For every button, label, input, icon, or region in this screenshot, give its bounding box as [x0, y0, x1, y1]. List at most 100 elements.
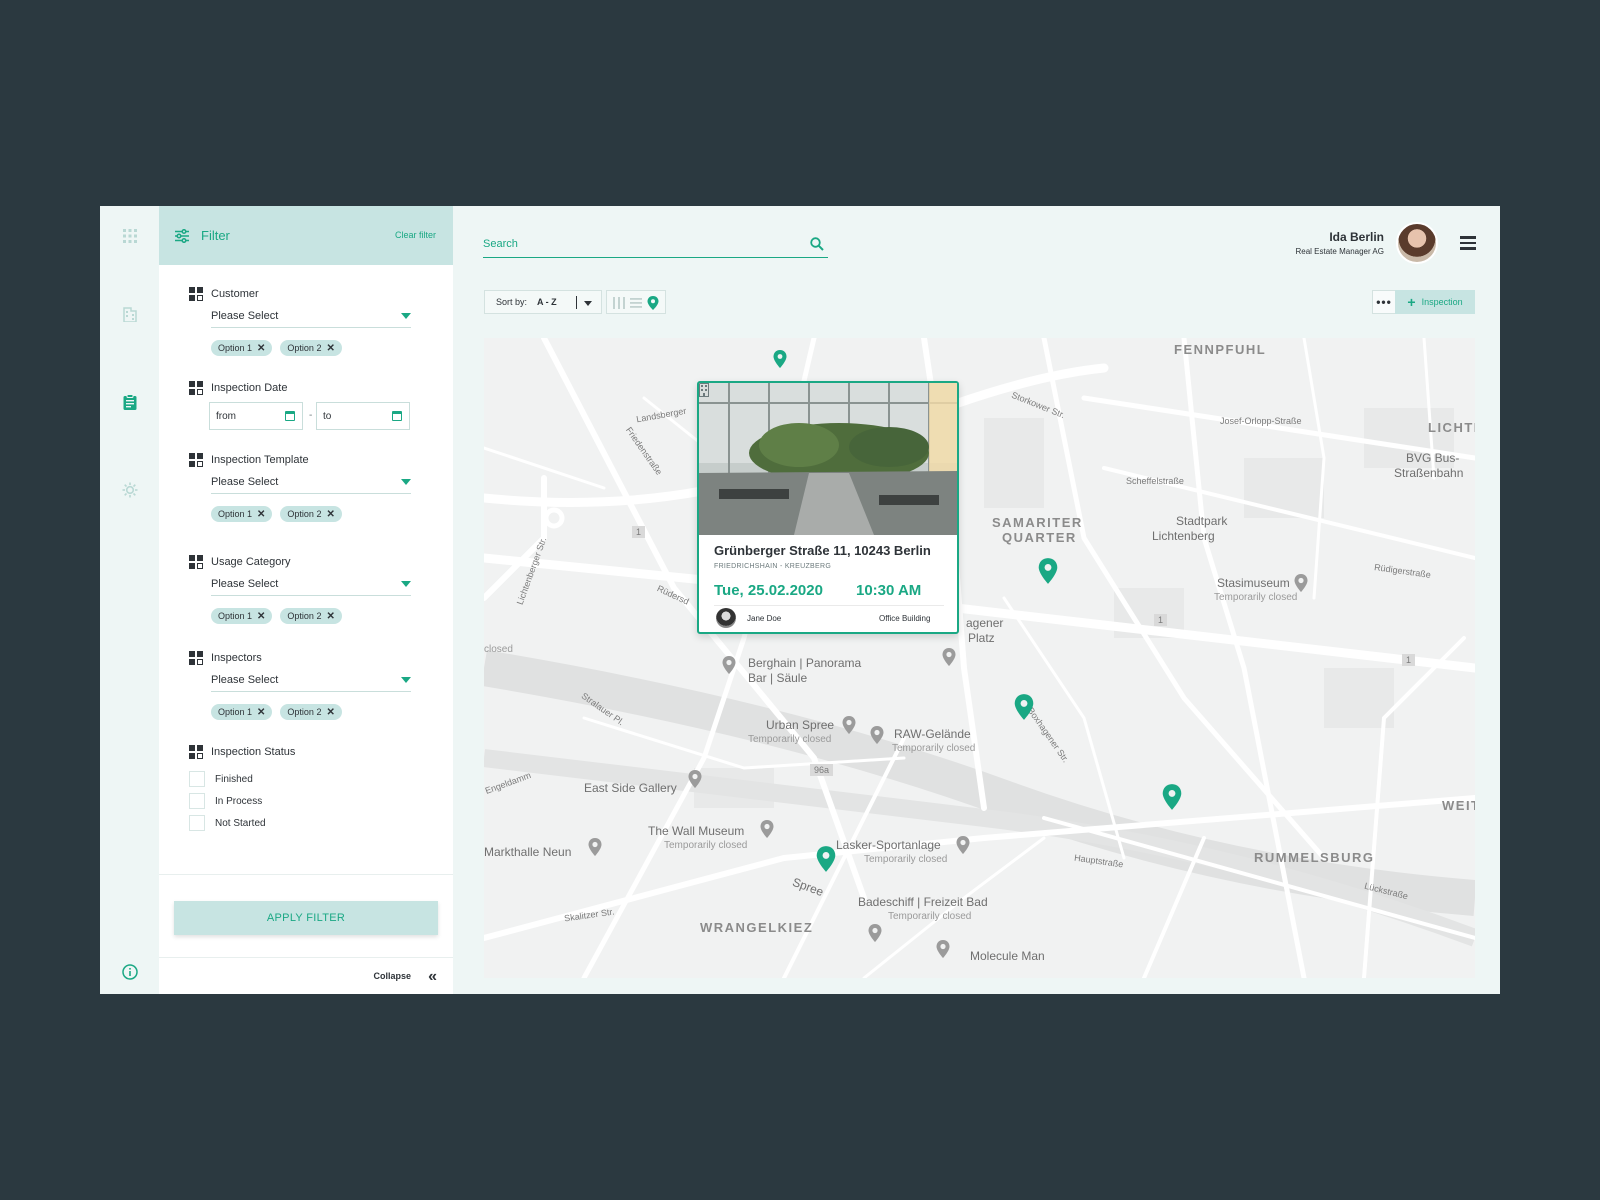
poi-pin-icon[interactable] [1294, 574, 1308, 592]
collapse-label[interactable]: Collapse [373, 971, 411, 981]
add-widget-icon [189, 745, 203, 759]
status-label: Inspection Status [211, 746, 296, 758]
inspection-card[interactable]: Grünberger Straße 11, 10243 Berlin FRIED… [697, 381, 959, 634]
add-inspection-label: Inspection [1421, 297, 1463, 307]
date-to-placeholder: to [323, 411, 332, 422]
customer-select[interactable]: Please Select [211, 308, 411, 328]
date-from-input[interactable]: from [209, 402, 303, 430]
chip[interactable]: Option 1 ✕ [211, 506, 273, 522]
collapse-row[interactable]: Collapse « [159, 957, 453, 994]
office-building-icon [699, 383, 709, 397]
map-label: WRANGELKIEZ [700, 920, 814, 935]
remove-chip-icon[interactable]: ✕ [257, 509, 265, 520]
map-label: The Wall Museum [648, 824, 745, 838]
inspection-pin-icon[interactable] [773, 350, 787, 368]
clipboard-icon[interactable] [120, 392, 140, 412]
template-select[interactable]: Please Select [211, 474, 411, 494]
poi-pin-icon[interactable] [722, 656, 736, 674]
calendar-icon[interactable] [285, 411, 295, 421]
map-label: Straßenbahn [1394, 466, 1464, 480]
status-option-label: Finished [215, 773, 253, 785]
inspectors-select[interactable]: Please Select [211, 672, 411, 692]
chip[interactable]: Option 1 ✕ [211, 704, 273, 720]
checkbox[interactable] [189, 771, 205, 787]
status-option[interactable]: Finished [189, 768, 429, 790]
settings-gear-icon[interactable] [120, 480, 140, 500]
remove-chip-icon[interactable]: ✕ [257, 707, 265, 718]
chip-label: Option 2 [287, 343, 322, 353]
double-chevron-left-icon[interactable]: « [428, 968, 437, 986]
poi-pin-icon[interactable] [868, 924, 882, 942]
chip[interactable]: Option 1 ✕ [211, 340, 273, 356]
template-section: Inspection Template Please Select Option… [189, 452, 429, 522]
usage-select[interactable]: Please Select [211, 576, 411, 596]
date-to-input[interactable]: to [316, 402, 410, 430]
chip[interactable]: Option 2 ✕ [280, 608, 342, 624]
remove-chip-icon[interactable]: ✕ [326, 611, 334, 622]
chip[interactable]: Option 2 ✕ [280, 704, 342, 720]
poi-pin-icon[interactable] [588, 838, 602, 856]
poi-pin-icon[interactable] [870, 726, 884, 744]
remove-chip-icon[interactable]: ✕ [257, 611, 265, 622]
poi-pin-icon[interactable] [760, 820, 774, 838]
status-option[interactable]: In Process [189, 790, 429, 812]
inspection-date-section: Inspection Date from - to [189, 380, 429, 430]
dropdown-caret-icon [401, 479, 411, 485]
calendar-icon[interactable] [392, 411, 402, 421]
map-view[interactable]: FENNPFUHL LICHTE SAMARITER QUARTER Stadt… [484, 338, 1475, 978]
add-widget-icon [189, 555, 203, 569]
poi-pin-icon[interactable] [842, 716, 856, 734]
map-label: Badeschiff | Freizeit Bad [858, 895, 988, 909]
chip[interactable]: Option 2 ✕ [280, 340, 342, 356]
more-options-button[interactable]: ••• [1372, 290, 1396, 314]
hamburger-menu-icon[interactable] [1460, 236, 1476, 250]
kanban-view-icon[interactable] [613, 296, 626, 309]
filter-header: Filter Clear filter [159, 206, 453, 265]
chip-label: Option 2 [287, 611, 322, 621]
card-address: Grünberger Straße 11, 10243 Berlin [714, 543, 931, 558]
list-view-icon[interactable] [629, 296, 642, 308]
checkbox[interactable] [189, 815, 205, 831]
map-label: closed [484, 644, 513, 655]
map-label: Molecule Man [970, 949, 1045, 963]
poi-pin-icon[interactable] [688, 770, 702, 788]
inspectors-chips: Option 1 ✕ Option 2 ✕ [211, 704, 342, 720]
inspection-pin-icon[interactable] [1014, 694, 1034, 720]
poi-pin-icon[interactable] [942, 648, 956, 666]
remove-chip-icon[interactable]: ✕ [257, 343, 265, 354]
chevron-down-icon [584, 301, 592, 306]
search-icon[interactable] [810, 237, 824, 251]
chip[interactable]: Option 2 ✕ [280, 506, 342, 522]
dropdown-caret-icon [401, 581, 411, 587]
card-date: Tue, 25.02.2020 [714, 582, 823, 599]
map-pin-view-icon[interactable] [647, 296, 659, 310]
status-option[interactable]: Not Started [189, 812, 429, 834]
street-label: Scheffelstraße [1126, 476, 1184, 486]
apply-filter-button[interactable]: APPLY FILTER [174, 901, 438, 935]
inspection-pin-icon[interactable] [1162, 784, 1182, 810]
building-icon[interactable] [120, 304, 140, 324]
usage-section: Usage Category Please Select Option 1 ✕ O… [189, 554, 429, 624]
inspection-pin-icon[interactable] [1038, 558, 1058, 584]
avatar[interactable] [1396, 222, 1438, 264]
chip[interactable]: Option 1 ✕ [211, 608, 273, 624]
view-switcher [606, 290, 666, 314]
clear-filter-link[interactable]: Clear filter [395, 230, 436, 240]
checkbox[interactable] [189, 793, 205, 809]
sort-dropdown[interactable]: Sort by: A - Z [484, 290, 602, 314]
poi-pin-icon[interactable] [956, 836, 970, 854]
apps-icon[interactable] [120, 226, 140, 246]
poi-pin-icon[interactable] [936, 940, 950, 958]
add-inspection-button[interactable]: + Inspection [1395, 290, 1475, 314]
remove-chip-icon[interactable]: ✕ [326, 707, 334, 718]
search-input[interactable]: Search [483, 228, 828, 258]
info-icon[interactable] [120, 962, 140, 982]
remove-chip-icon[interactable]: ✕ [326, 343, 334, 354]
add-widget-icon [189, 453, 203, 467]
inspection-pin-icon[interactable] [816, 846, 836, 872]
chip-label: Option 1 [218, 611, 253, 621]
inspector-name: Jane Doe [747, 614, 782, 623]
map-label: Berghain | Panorama [748, 656, 862, 670]
remove-chip-icon[interactable]: ✕ [326, 509, 334, 520]
map-label: Platz [968, 631, 995, 645]
